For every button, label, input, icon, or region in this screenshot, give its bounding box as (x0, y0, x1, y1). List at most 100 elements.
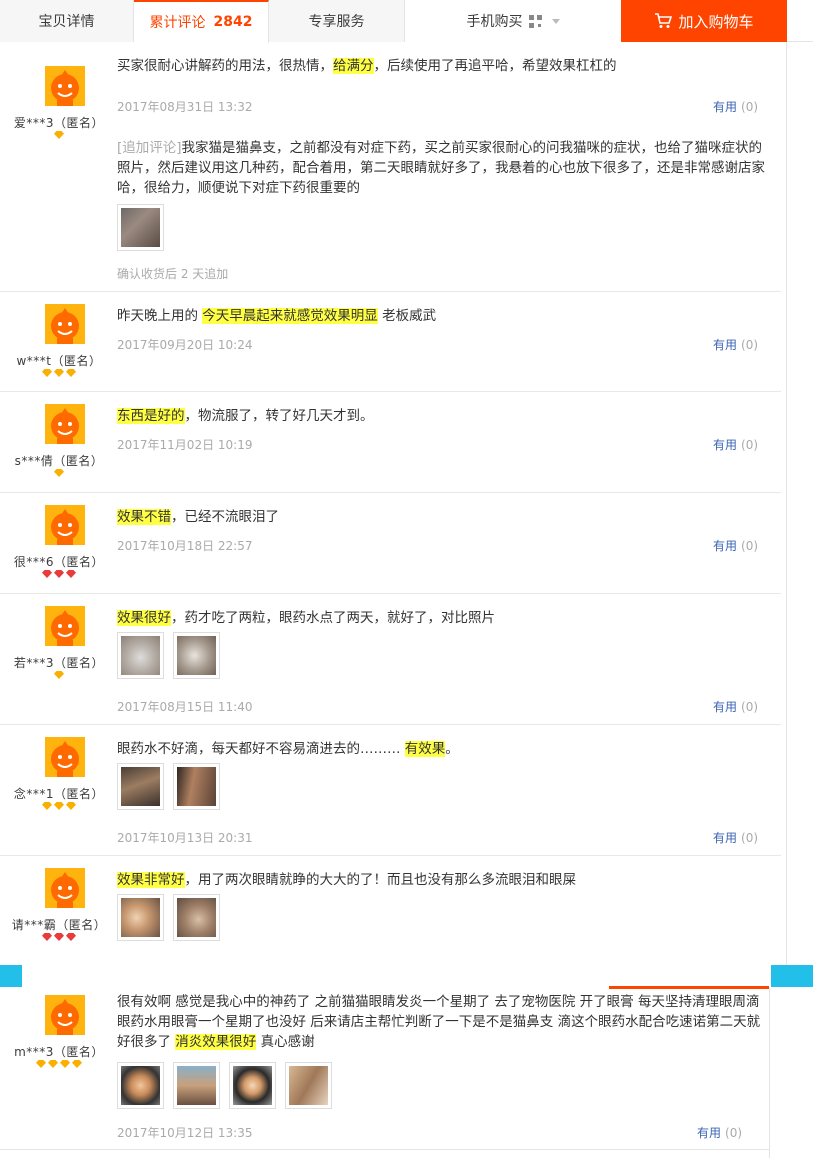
photo-thumbnail[interactable] (285, 1062, 332, 1109)
credit-badge-icon (0, 802, 118, 813)
diamond-icon (54, 933, 64, 941)
review-text-segment: ，药才吃了两粒，眼药水点了两天，就好了，对比照片 (171, 610, 495, 626)
reviewer-name: 若***3（匿名） (13, 656, 105, 670)
review-item: 若***3（匿名） 效果很好，药才吃了两粒，眼药水点了两天，就好了，对比照片 201… (0, 594, 781, 725)
review-date: 2017年10月12日 13:35 (117, 1126, 253, 1140)
scroll-band-left (0, 965, 22, 987)
useful-count: (0) (741, 539, 759, 553)
diamond-icon (54, 802, 64, 810)
review-item: 请***霸（匿名） 效果非常好，用了两次眼睛就睁的大大的了！而且也没有那么多流眼泪… (0, 856, 781, 965)
cat-photo (233, 1066, 272, 1105)
photo-thumbnail[interactable] (173, 1062, 220, 1109)
diamond-icon (42, 369, 52, 377)
photo-thumbnail[interactable] (117, 894, 164, 941)
cat-photo (121, 767, 160, 806)
useful-button[interactable]: 有用 (0) (713, 98, 758, 115)
highlighted-phrase: 效果很好 (117, 610, 171, 626)
review-text: 昨天晚上用的 今天早晨起来就感觉效果明显 老板威武 (117, 306, 772, 326)
useful-button[interactable]: 有用 (0) (713, 537, 758, 554)
review-text-segment: 昨天晚上用的 (117, 308, 203, 324)
diamond-icon (36, 1060, 46, 1068)
useful-label: 有用 (713, 100, 738, 114)
highlighted-phrase: 东西是好的 (117, 408, 185, 424)
review-photos (117, 894, 229, 941)
mobile-buy-dropdown[interactable]: 手机购买 (405, 0, 621, 42)
photo-thumbnail[interactable] (229, 1062, 276, 1109)
useful-label: 有用 (713, 438, 738, 452)
divider (769, 987, 770, 1158)
review-item: 很***6（匿名） 效果不错，已经不流眼泪了 2017年10月18日 22:57 有用… (0, 493, 781, 594)
review-item: 念***1（匿名） 眼药水不好滴，每天都好不容易滴进去的……… 有效果。 2017年… (0, 725, 781, 856)
useful-label: 有用 (713, 700, 738, 714)
cat-photo (177, 636, 216, 675)
review-photos (117, 632, 229, 679)
photo-thumbnail[interactable] (117, 1062, 164, 1109)
useful-button[interactable]: 有用 (0) (713, 698, 758, 715)
avatar[interactable] (45, 737, 85, 777)
avatar[interactable] (45, 606, 85, 646)
appended-review: [追加评论]我家猫是猫鼻支，之前都没有对症下药，买之前买家很耐心的问我猫咪的症状… (117, 138, 772, 198)
photo-thumbnail[interactable] (173, 894, 220, 941)
review-text: 效果很好，药才吃了两粒，眼药水点了两天，就好了，对比照片 (117, 608, 772, 628)
review-text-segment: 。 (445, 741, 459, 757)
diamond-icon (54, 369, 64, 377)
review-text: 眼药水不好滴，每天都好不容易滴进去的……… 有效果。 (117, 739, 772, 759)
reviews-count: 2842 (213, 14, 253, 30)
append-time-note: 确认收货后 2 天追加 (117, 267, 229, 281)
review-item: w***t（匿名） 昨天晚上用的 今天早晨起来就感觉效果明显 老板威武 2017年0… (0, 292, 781, 392)
diamond-icon (54, 570, 64, 578)
useful-label: 有用 (697, 1126, 722, 1140)
avatar[interactable] (45, 304, 85, 344)
cat-photo (177, 1066, 216, 1105)
diamond-icon (42, 933, 52, 941)
diamond-icon (42, 570, 52, 578)
review-text-segment: 真心感谢 (256, 1034, 315, 1050)
avatar[interactable] (45, 66, 85, 106)
add-to-cart-button[interactable]: 加入购物车 (621, 0, 787, 42)
reviewer-name: s***倩（匿名） (14, 454, 104, 468)
tab-product-detail-label: 宝贝详情 (38, 14, 95, 30)
tab-exclusive-service[interactable]: 专享服务 (269, 0, 405, 42)
diamond-icon (54, 131, 64, 139)
photo-thumbnail[interactable] (117, 204, 164, 251)
useful-button[interactable]: 有用 (0) (713, 336, 758, 353)
reviewer-name: 很***6（匿名） (13, 555, 105, 569)
useful-button[interactable]: 有用 (0) (697, 1124, 742, 1141)
avatar[interactable] (45, 404, 85, 444)
useful-label: 有用 (713, 338, 738, 352)
cat-photo (121, 208, 160, 247)
photo-thumbnail[interactable] (173, 632, 220, 679)
useful-label: 有用 (713, 539, 738, 553)
highlighted-phrase: 效果非常好 (117, 872, 185, 888)
diamond-icon (48, 1060, 58, 1068)
chevron-down-icon (551, 18, 560, 24)
photo-thumbnail[interactable] (173, 763, 220, 810)
cat-photo (177, 767, 216, 806)
review-text-segment: 老板威武 (377, 308, 437, 324)
avatar[interactable] (45, 868, 85, 908)
useful-button[interactable]: 有用 (0) (713, 829, 758, 846)
useful-label: 有用 (713, 831, 738, 845)
reviewer-name: w***t（匿名） (16, 354, 102, 368)
cat-photo (177, 898, 216, 937)
mobile-buy-label: 手机购买 (466, 14, 523, 30)
tab-exclusive-service-label: 专享服务 (308, 14, 365, 30)
avatar[interactable] (45, 505, 85, 545)
review-item: 爱***3（匿名） 买家很耐心讲解药的用法，很热情，给满分，后续使用了再追平哈，希… (0, 42, 781, 292)
tab-reviews[interactable]: 累计评论 2842 (134, 0, 269, 43)
avatar[interactable] (45, 995, 85, 1035)
review-date: 2017年08月31日 13:32 (117, 100, 253, 114)
review-text: 买家很耐心讲解药的用法，很热情，给满分，后续使用了再追平哈，希望效果杠杠的 (117, 56, 772, 76)
highlighted-phrase: 给满分 (333, 58, 374, 74)
diamond-icon (72, 1060, 82, 1068)
tab-product-detail[interactable]: 宝贝详情 (0, 0, 134, 42)
diamond-icon (54, 469, 64, 477)
photo-thumbnail[interactable] (117, 632, 164, 679)
cat-photo (121, 636, 160, 675)
credit-badge-icon (0, 369, 118, 380)
review-item: s***倩（匿名） 东西是好的，物流服了，转了好几天才到。 2017年11月02日 … (0, 392, 781, 493)
useful-count: (0) (741, 438, 759, 452)
review-date: 2017年08月15日 11:40 (117, 700, 253, 714)
useful-button[interactable]: 有用 (0) (713, 436, 758, 453)
photo-thumbnail[interactable] (117, 763, 164, 810)
